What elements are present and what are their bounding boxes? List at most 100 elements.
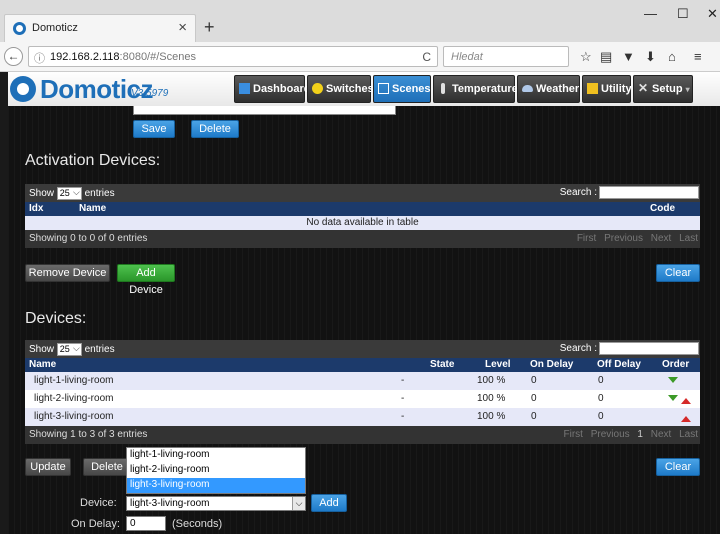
dropdown-option[interactable]: light-1-living-room	[127, 448, 305, 463]
remove-device-button[interactable]: Remove Device	[25, 264, 110, 282]
col-code[interactable]: Code	[650, 203, 675, 214]
table-row[interactable]: light-2-living-room - 100 % 0 0	[25, 390, 700, 408]
maximize-icon[interactable]: ☐	[677, 6, 689, 22]
clear-activation-button[interactable]: Clear	[656, 264, 700, 282]
cloud-icon	[522, 85, 533, 92]
activation-devices-title: Activation Devices:	[25, 152, 161, 169]
bookmark-star-icon[interactable]: ☆	[580, 49, 592, 65]
back-arrow-icon[interactable]: ←	[4, 47, 23, 66]
clear-devices-button[interactable]: Clear	[656, 458, 700, 476]
reload-icon[interactable]: C	[422, 50, 431, 64]
col-level[interactable]: Level	[485, 359, 511, 370]
dropdown-option-selected[interactable]: light-3-living-room	[127, 478, 305, 493]
delete-scene-button[interactable]: Delete	[191, 120, 239, 138]
search-input[interactable]	[599, 342, 699, 355]
device-dropdown-list: light-1-living-room light-2-living-room …	[126, 447, 306, 494]
col-order: Order	[662, 359, 690, 370]
entries-label: entries	[84, 188, 115, 200]
device-off-delay: 0	[598, 411, 604, 422]
pager-next[interactable]: Next	[651, 429, 672, 440]
minimize-icon[interactable]: —	[644, 6, 657, 21]
browser-search-input[interactable]: Hledat	[443, 46, 569, 67]
new-tab-button[interactable]: +	[204, 17, 215, 38]
dropdown-caret-icon: ▾	[685, 85, 690, 94]
activation-devices-table: Show 25 entries Search : Idx Name Code N…	[25, 184, 700, 248]
device-state: -	[401, 375, 405, 386]
col-name[interactable]: Name	[29, 359, 56, 370]
entries-select[interactable]: 25	[56, 343, 82, 356]
show-entries: Show 25 entries	[29, 343, 115, 356]
menu-weather[interactable]: Weather	[517, 75, 580, 103]
delete-device-button[interactable]: Delete	[83, 458, 131, 476]
search-input[interactable]	[599, 186, 699, 199]
pocket-icon[interactable]: ▼	[622, 49, 635, 64]
menu-dashboard[interactable]: Dashboard	[234, 75, 310, 103]
on-delay-input[interactable]: 0	[126, 516, 166, 531]
reading-list-icon[interactable]: ▤	[600, 49, 612, 65]
window-close-icon[interactable]: ✕	[707, 6, 718, 22]
app-header: Domoticz V3.5979 Dashboard Switches Scen…	[8, 72, 720, 106]
browser-menu-icon[interactable]: ≡	[694, 49, 702, 64]
table-info: Showing 1 to 3 of 3 entries	[29, 429, 148, 440]
device-name: light-1-living-room	[34, 375, 114, 386]
entries-select[interactable]: 25	[56, 187, 82, 200]
table-row[interactable]: light-3-living-room - 100 % 0 0	[25, 408, 700, 426]
browser-nav-bar: ← ⓘ 192.168.2.118:8080/#/Scenes C Hledat…	[0, 42, 720, 72]
seconds-label: (Seconds)	[172, 518, 223, 530]
menu-temperature[interactable]: Temperature	[433, 75, 518, 103]
device-off-delay: 0	[598, 393, 604, 404]
pager-previous[interactable]: Previous	[604, 233, 643, 244]
show-label: Show	[29, 188, 55, 200]
pagination: First Previous Next Last	[572, 233, 698, 244]
device-on-delay: 0	[531, 411, 537, 422]
col-idx[interactable]: Idx	[29, 203, 43, 214]
url-text: 192.168.2.118:8080/#/Scenes	[50, 51, 196, 63]
menu-utility[interactable]: Utility	[582, 75, 632, 103]
device-level: 100 %	[477, 411, 506, 422]
pager-last[interactable]: Last	[679, 233, 698, 244]
pager-next[interactable]: Next	[651, 233, 672, 244]
chevron-down-icon[interactable]: ⌵	[292, 497, 305, 510]
menu-setup[interactable]: ✕ Setup ▾	[633, 75, 693, 103]
url-path: :8080/#/Scenes	[119, 51, 196, 63]
table-toolbar: Show 25 entries Search :	[25, 340, 700, 358]
col-on-delay[interactable]: On Delay	[530, 359, 573, 370]
scene-description-textarea[interactable]	[133, 106, 396, 115]
menu-label: Temperature	[452, 83, 518, 95]
pager-page[interactable]: 1	[637, 429, 643, 440]
url-bar[interactable]: ⓘ 192.168.2.118:8080/#/Scenes C	[28, 46, 438, 67]
browser-tab-bar: Domoticz × + — ☐ ✕	[0, 0, 720, 42]
table-header: Idx Name Code	[25, 202, 700, 216]
browser-tab[interactable]: Domoticz ×	[4, 14, 196, 42]
update-button[interactable]: Update	[25, 458, 71, 476]
home-icon[interactable]: ⌂	[668, 49, 676, 64]
col-name[interactable]: Name	[79, 203, 106, 214]
menu-label: Switches	[326, 83, 374, 95]
site-info-icon[interactable]: ⓘ	[34, 50, 45, 66]
save-button[interactable]: Save	[133, 120, 175, 138]
pager-first[interactable]: First	[563, 429, 582, 440]
pagination: First Previous 1 Next Last	[558, 429, 698, 440]
download-icon[interactable]: ⬇	[645, 49, 656, 65]
device-select[interactable]: light-3-living-room ⌵	[126, 496, 306, 511]
device-name: light-2-living-room	[34, 393, 114, 404]
add-button[interactable]: Add	[311, 494, 347, 512]
app-version: V3.5979	[131, 88, 169, 99]
table-row[interactable]: light-1-living-room - 100 % 0 0	[25, 372, 700, 390]
col-off-delay[interactable]: Off Delay	[597, 359, 641, 370]
devices-title: Devices:	[25, 310, 87, 327]
show-entries: Show 25 entries	[29, 187, 115, 200]
add-device-button[interactable]: Add Device	[117, 264, 175, 296]
pager-previous[interactable]: Previous	[591, 429, 630, 440]
menu-scenes[interactable]: Scenes	[373, 75, 431, 103]
tab-close-icon[interactable]: ×	[178, 19, 187, 36]
url-host: 192.168.2.118	[50, 51, 120, 63]
pager-first[interactable]: First	[577, 233, 596, 244]
col-state[interactable]: State	[430, 359, 454, 370]
devices-table: Show 25 entries Search : Name State Leve…	[25, 340, 700, 444]
menu-label: Setup	[652, 83, 683, 95]
menu-switches[interactable]: Switches	[307, 75, 374, 103]
pager-last[interactable]: Last	[679, 429, 698, 440]
thermometer-icon	[441, 83, 445, 94]
dropdown-option[interactable]: light-2-living-room	[127, 463, 305, 478]
